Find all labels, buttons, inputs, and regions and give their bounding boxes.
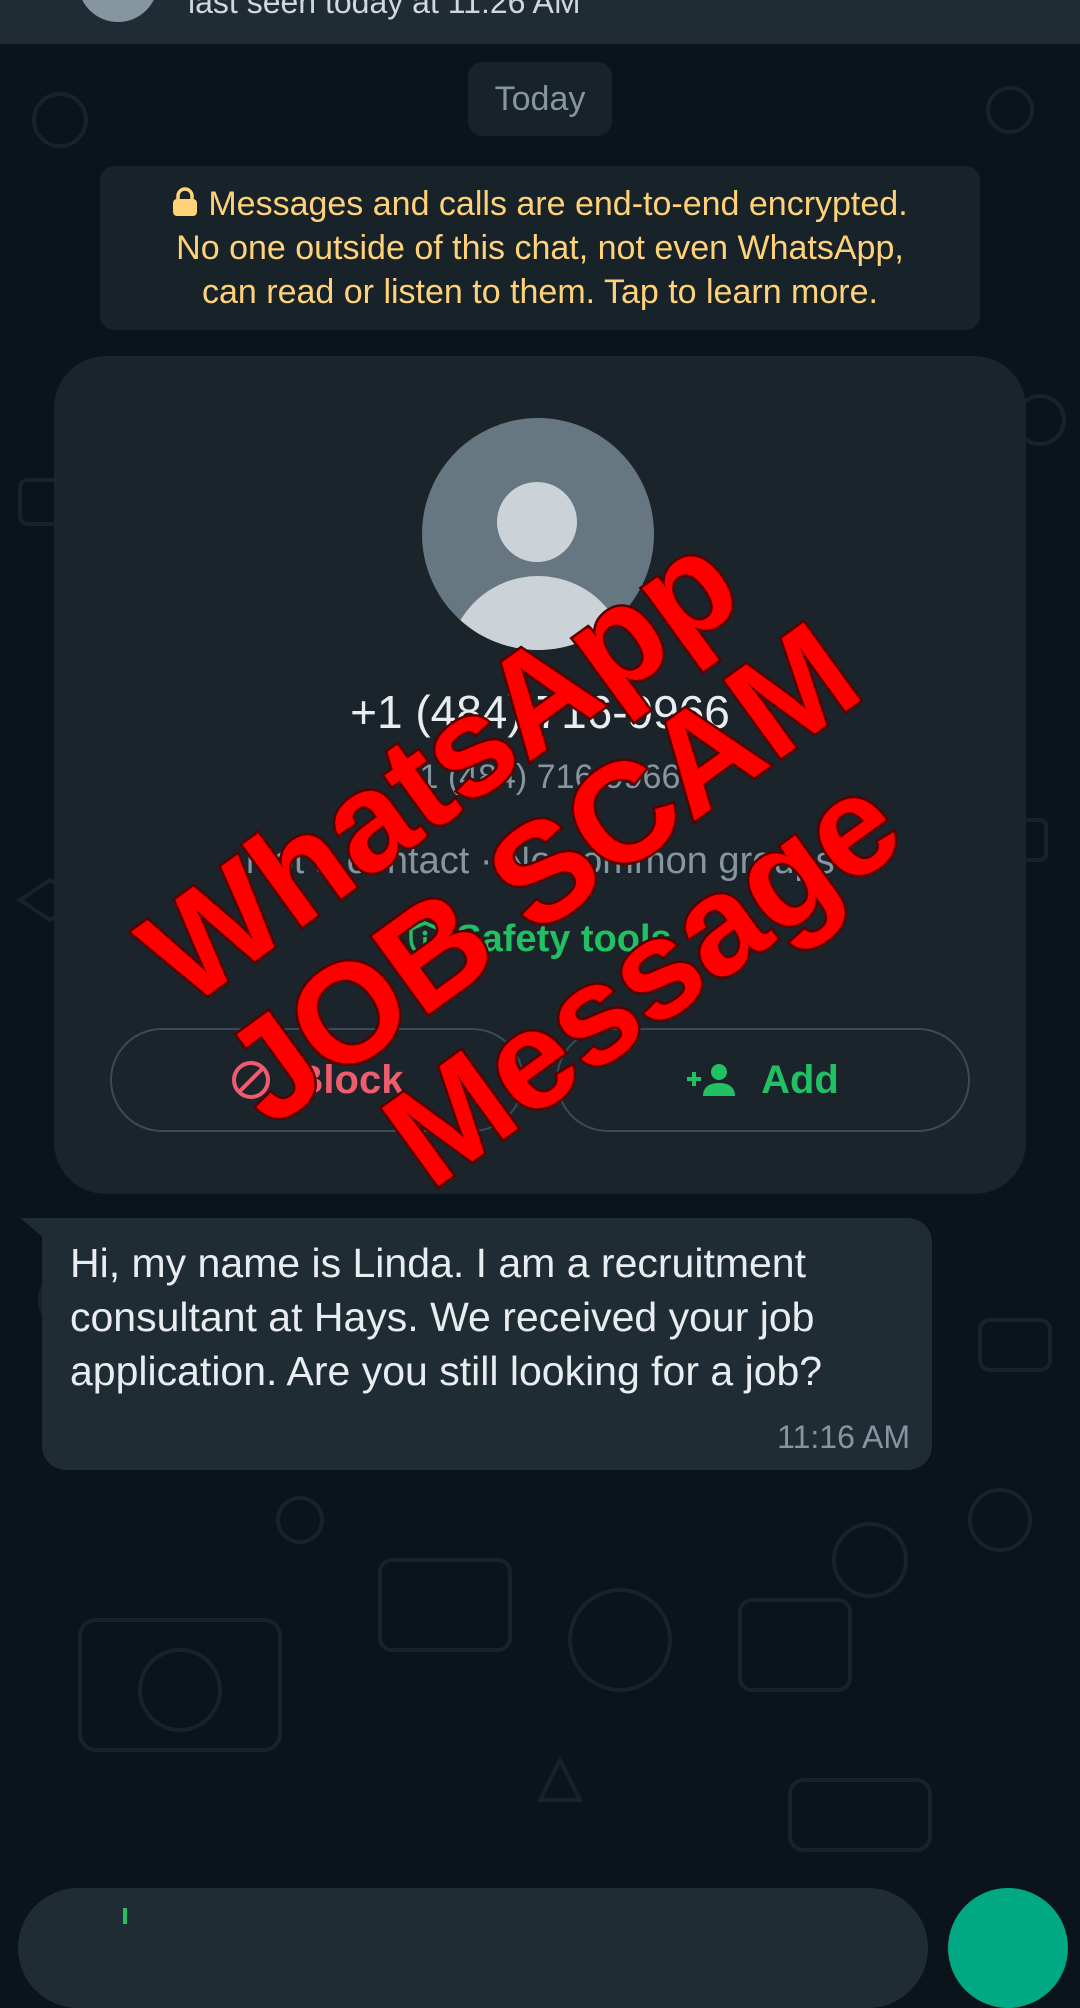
incoming-message-bubble[interactable]: Hi, my name is Linda. I am a recruitment… — [20, 1218, 932, 1470]
header-avatar[interactable] — [78, 0, 158, 22]
encryption-notice[interactable]: Messages and calls are end-to-end encryp… — [100, 166, 980, 330]
default-avatar-icon[interactable] — [422, 418, 654, 650]
mic-button[interactable] — [948, 1888, 1068, 2008]
input-caret — [123, 1908, 127, 1924]
message-text: Hi, my name is Linda. I am a recruitment… — [70, 1240, 823, 1394]
add-person-icon — [687, 1064, 736, 1096]
shield-icon — [409, 920, 442, 959]
message-input[interactable] — [18, 1888, 928, 2008]
encryption-line-2: No one outside of this chat, not even Wh… — [176, 229, 904, 267]
block-label: Block — [294, 1057, 404, 1102]
safety-tools-link[interactable]: Safety tools — [0, 918, 1080, 961]
lock-icon — [173, 187, 198, 216]
last-seen-status: last seen today at 11:26 AM — [188, 0, 581, 20]
contact-status-note: Not a contact · No common groups — [245, 840, 835, 882]
chat-header[interactable]: last seen today at 11:26 AM — [0, 0, 1080, 44]
bubble-tail — [20, 1218, 44, 1238]
contact-phone-subtitle: +1 (484) 716-9966 — [399, 758, 681, 796]
date-chip: Today — [468, 62, 612, 136]
contact-phone-number: +1 (484) 716-9966 — [350, 686, 730, 738]
add-contact-button[interactable]: Add — [556, 1028, 970, 1132]
block-icon — [231, 1061, 270, 1099]
block-button[interactable]: Block — [110, 1028, 524, 1132]
encryption-line-3: can read or listen to them. Tap to learn… — [202, 273, 878, 311]
encryption-line-1: Messages and calls are end-to-end encryp… — [208, 185, 908, 223]
safety-tools-label: Safety tools — [456, 918, 672, 960]
message-timestamp: 11:16 AM — [777, 1419, 910, 1455]
add-label: Add — [761, 1057, 839, 1102]
